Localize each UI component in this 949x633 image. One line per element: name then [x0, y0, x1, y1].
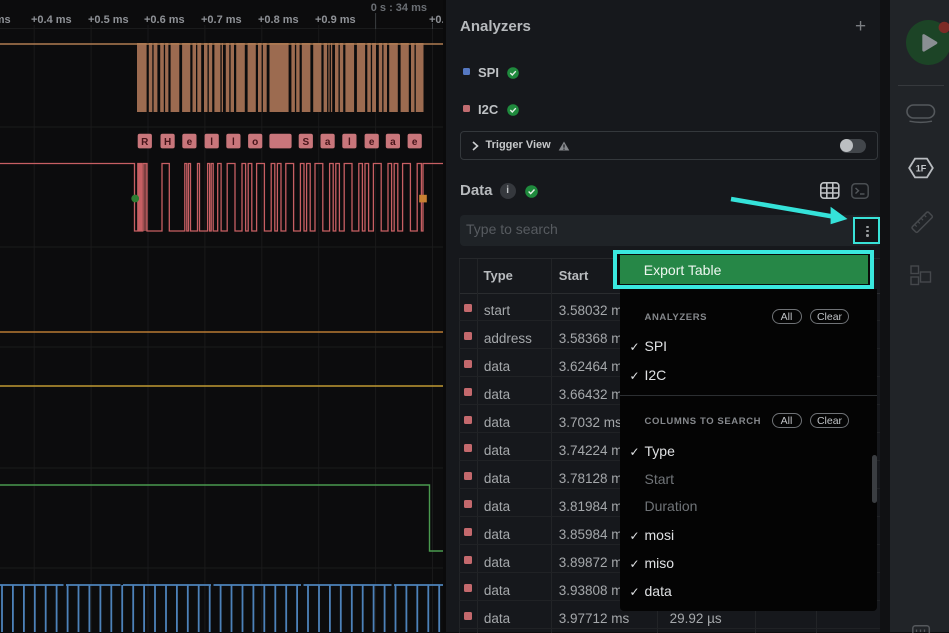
svg-text:l: l: [210, 137, 213, 148]
svg-text:e: e: [412, 137, 418, 148]
svg-text:a: a: [325, 137, 331, 148]
svg-text:l: l: [232, 137, 235, 148]
svg-text:l: l: [348, 137, 351, 148]
svg-text:R: R: [141, 137, 149, 148]
svg-text:S: S: [302, 137, 309, 148]
svg-text:H: H: [164, 137, 171, 148]
svg-text:o: o: [252, 137, 258, 148]
svg-text:1F: 1F: [916, 164, 927, 174]
svg-text:a: a: [390, 137, 396, 148]
svg-text:e: e: [369, 137, 375, 148]
svg-text:e: e: [187, 137, 193, 148]
